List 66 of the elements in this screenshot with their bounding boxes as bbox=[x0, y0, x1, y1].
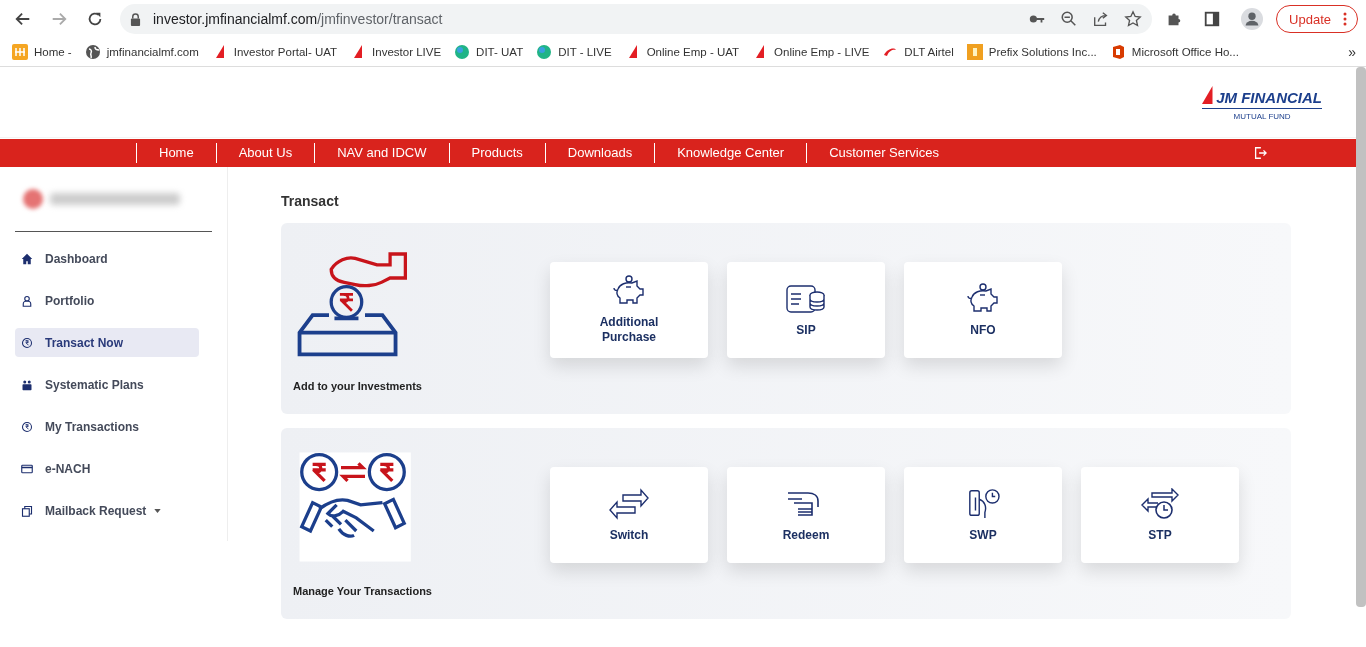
nav-link[interactable]: NAV and IDCW bbox=[314, 143, 449, 163]
action-tile[interactable]: Redeem bbox=[727, 467, 885, 563]
sidebar-item[interactable]: Dashboard bbox=[15, 244, 199, 273]
nav-link[interactable]: About Us bbox=[215, 143, 315, 163]
profile-icon[interactable] bbox=[1241, 8, 1264, 30]
coins-document-icon bbox=[786, 282, 826, 315]
home-icon bbox=[21, 252, 33, 265]
side-panel-icon[interactable] bbox=[1203, 10, 1222, 28]
star-icon[interactable] bbox=[1124, 10, 1143, 28]
bookmark[interactable]: Online Emp - LIVE bbox=[752, 44, 870, 60]
nav-link[interactable]: Knowledge Center bbox=[654, 143, 807, 163]
bookmark[interactable]: Online Emp - UAT bbox=[624, 44, 740, 60]
caret-icon bbox=[154, 508, 162, 513]
section-caption: Manage Your Transactions bbox=[293, 585, 433, 597]
more-bookmarks[interactable]: » bbox=[1348, 44, 1356, 60]
nav-link[interactable]: Customer Services bbox=[806, 143, 961, 163]
card-icon bbox=[21, 462, 33, 475]
address-bar[interactable]: investor.jmfinancialmf.com/jmfinvestor/transact bbox=[120, 4, 1153, 34]
logo[interactable]: JM FINANCIAL MUTUAL FUND bbox=[1202, 83, 1322, 121]
action-tile[interactable]: SIP bbox=[727, 262, 885, 358]
globe-icon bbox=[84, 44, 101, 60]
sidebar-item[interactable]: Systematic Plans bbox=[15, 370, 199, 399]
bookmark[interactable]: Investor Portal- UAT bbox=[211, 44, 338, 60]
nav-link[interactable]: Downloads bbox=[544, 143, 655, 163]
lock-icon bbox=[130, 12, 141, 26]
sidebar-item[interactable]: Transact Now bbox=[15, 328, 199, 357]
arrows-clock-icon bbox=[1140, 487, 1180, 520]
action-tile[interactable]: NFO bbox=[904, 262, 1062, 358]
rupee-icon bbox=[21, 336, 33, 349]
back-icon[interactable] bbox=[14, 10, 32, 28]
section-caption: Add to your Investments bbox=[293, 380, 423, 392]
bookmark[interactable]: DIT- UAT bbox=[454, 44, 524, 60]
sidebar-item[interactable]: Portfolio bbox=[15, 286, 199, 315]
action-tile[interactable]: Additional Purchase bbox=[550, 262, 708, 358]
bookmark[interactable]: Home - bbox=[12, 44, 72, 60]
copy-icon bbox=[21, 504, 33, 517]
reload-icon[interactable] bbox=[86, 10, 104, 28]
person-icon bbox=[21, 294, 33, 307]
update-button[interactable]: Update bbox=[1276, 5, 1358, 33]
ball-icon bbox=[454, 44, 471, 60]
bookmark[interactable]: jmfinancialmf.com bbox=[84, 44, 199, 60]
avatar bbox=[22, 188, 44, 210]
rupee-icon bbox=[21, 420, 33, 433]
people-icon bbox=[21, 378, 33, 391]
logout-icon[interactable] bbox=[1253, 146, 1267, 160]
bookmark[interactable]: DLT Airtel bbox=[882, 44, 954, 60]
sidebar-item[interactable]: My Transactions bbox=[15, 412, 199, 441]
sidebar-item[interactable]: e-NACH bbox=[15, 454, 199, 483]
bookmark[interactable]: Prefix Solutions Inc... bbox=[966, 44, 1097, 60]
action-tile[interactable]: Switch bbox=[550, 467, 708, 563]
more-icon[interactable] bbox=[1343, 12, 1347, 26]
nav-link[interactable]: Home bbox=[136, 143, 216, 163]
square-icon bbox=[966, 44, 983, 60]
zoom-out-icon[interactable] bbox=[1060, 10, 1079, 28]
nav-link[interactable]: Products bbox=[448, 143, 545, 163]
sidebar-item[interactable]: Mailback Request bbox=[15, 496, 199, 525]
bookmark[interactable]: DIT - LIVE bbox=[536, 44, 612, 60]
bookmark[interactable]: Microsoft Office Ho... bbox=[1109, 44, 1239, 60]
bookmark[interactable]: Investor LIVE bbox=[350, 44, 442, 60]
app-grid-icon bbox=[12, 44, 28, 60]
swap-arrows-icon bbox=[609, 487, 649, 520]
page-title: Transact bbox=[281, 193, 340, 209]
action-tile[interactable]: SWP bbox=[904, 467, 1062, 563]
scrollbar[interactable] bbox=[1356, 67, 1366, 607]
ball-icon bbox=[536, 44, 553, 60]
action-tile[interactable]: STP bbox=[1081, 467, 1239, 563]
